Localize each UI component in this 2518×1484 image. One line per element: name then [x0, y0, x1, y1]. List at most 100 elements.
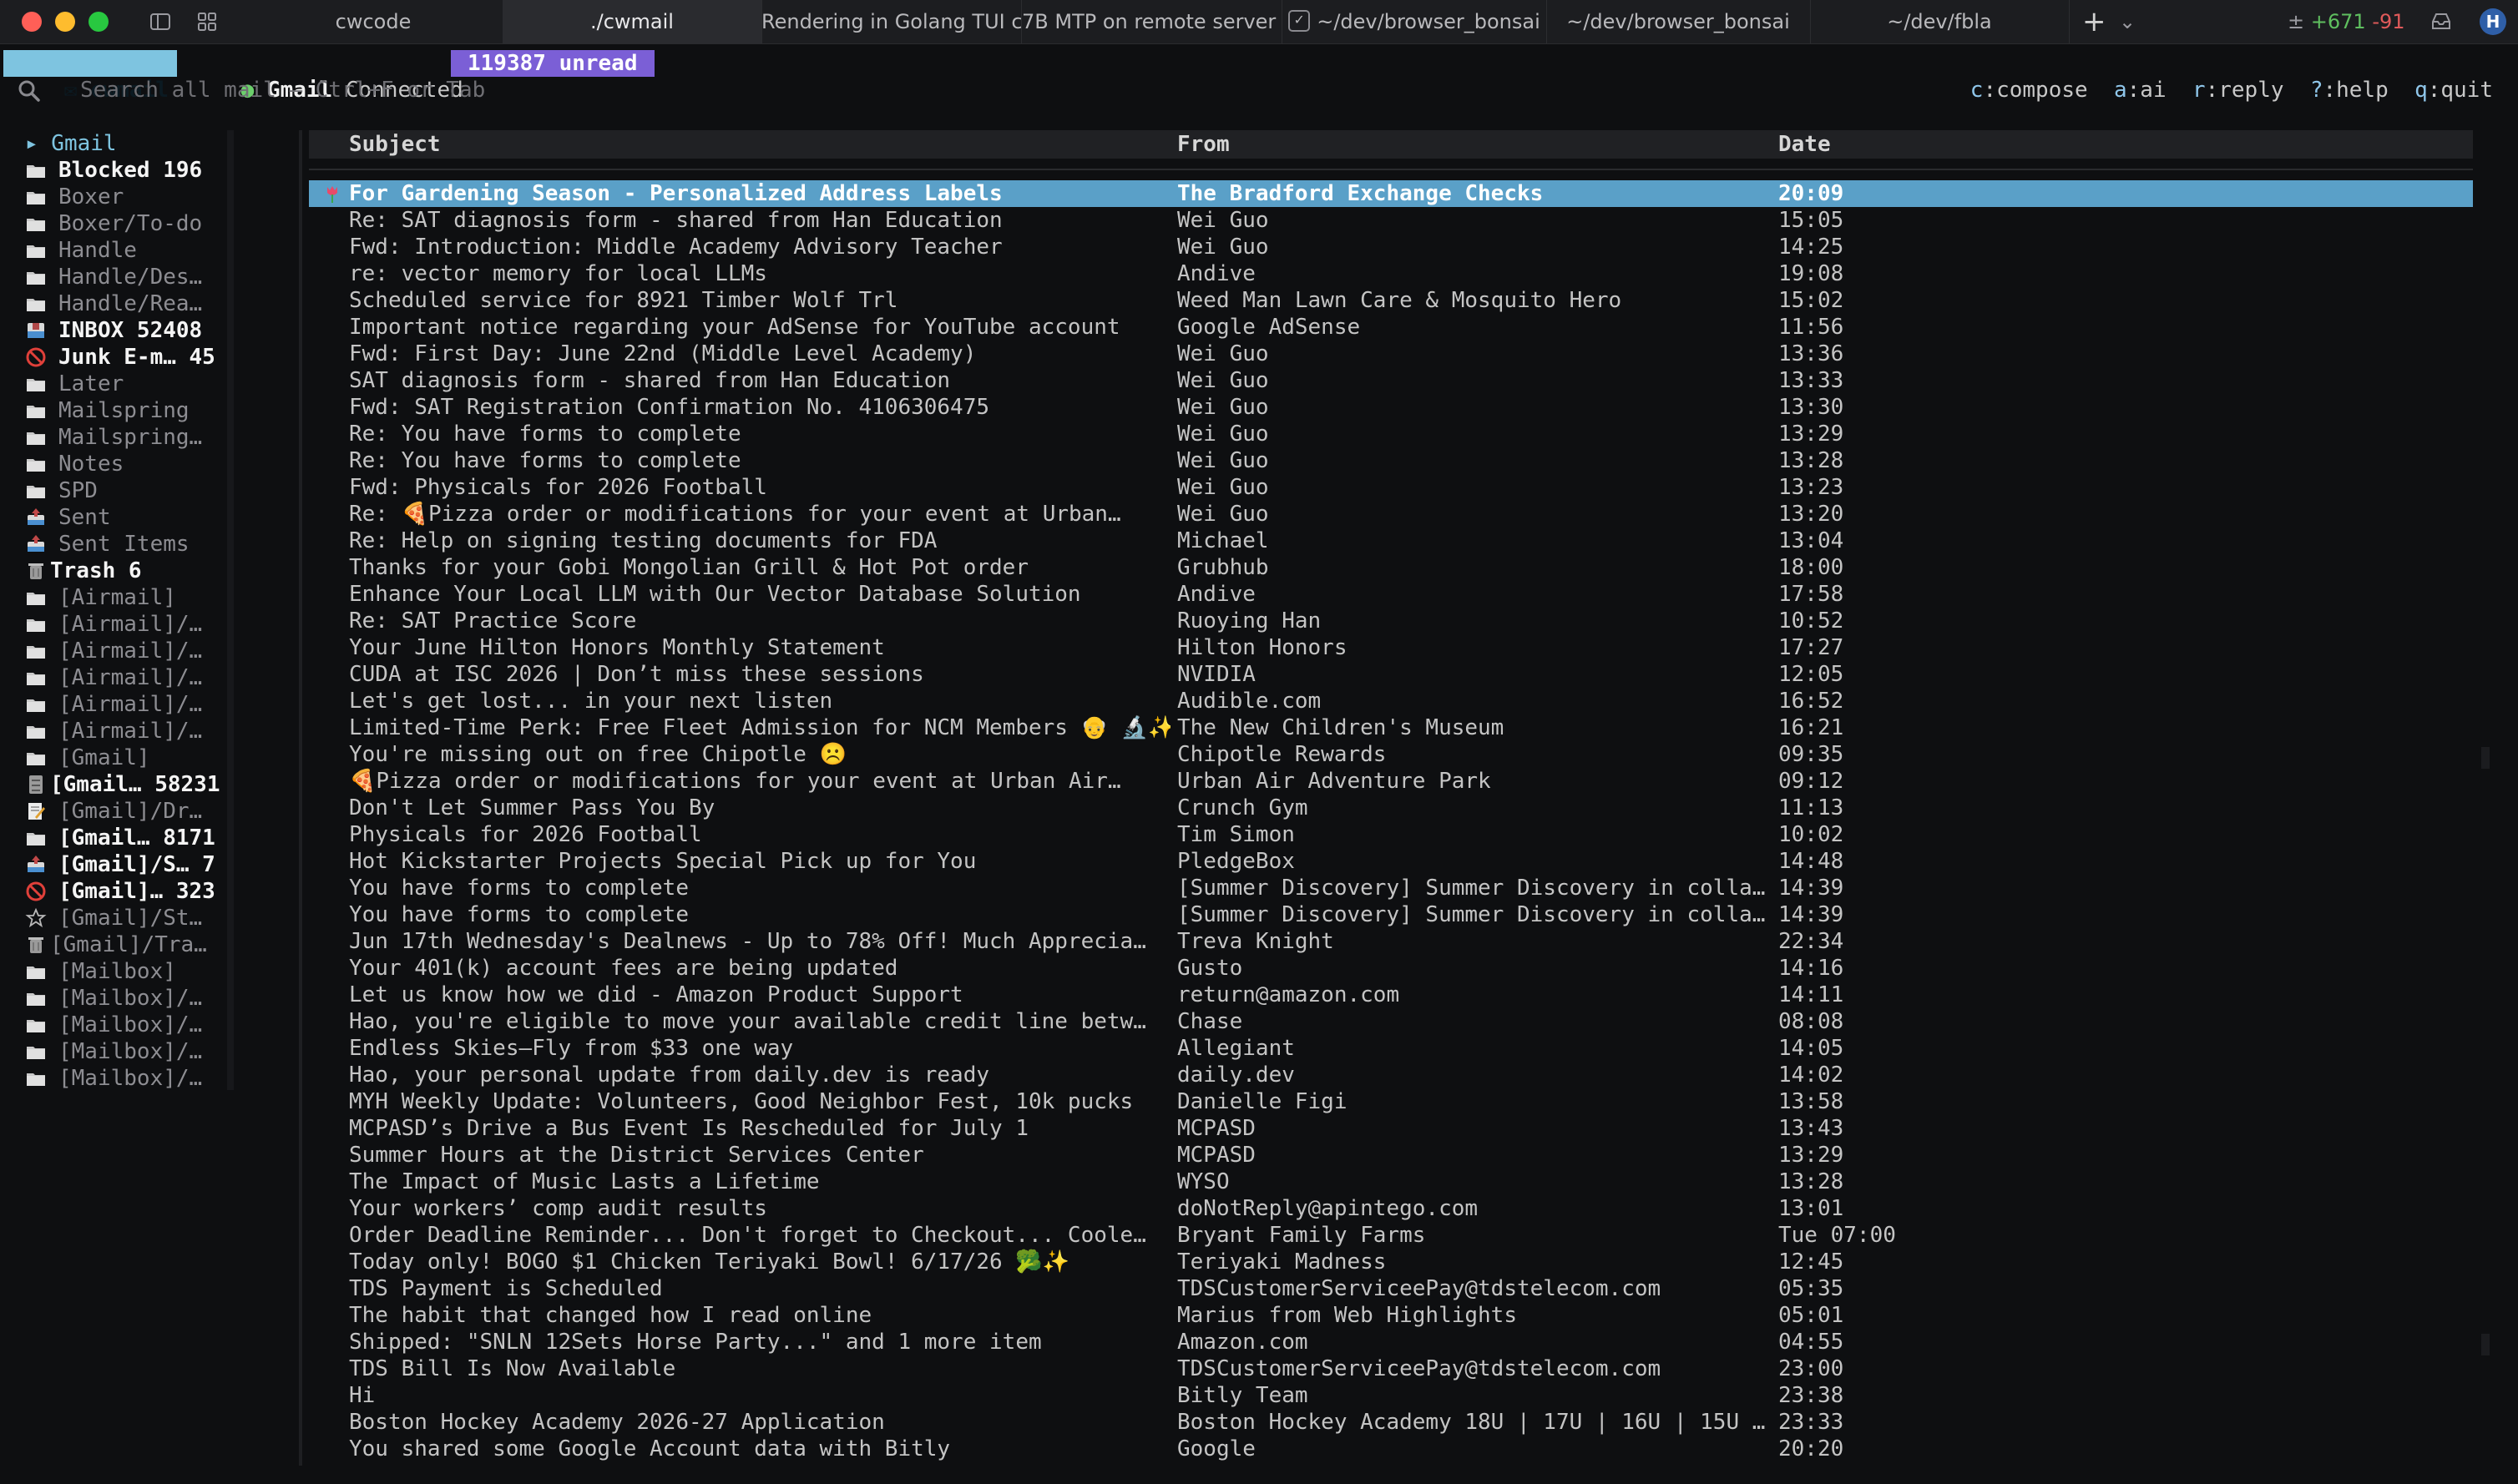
table-row[interactable]: Hi Bitly Team 23:38	[309, 1382, 2473, 1409]
sidebar-folder[interactable]: Later	[25, 371, 229, 397]
table-row[interactable]: You have forms to complete [Summer Discov…	[309, 901, 2473, 928]
table-row[interactable]: Thanks for your Gobi Mongolian Grill & H…	[309, 554, 2473, 581]
tab-overview-icon[interactable]	[195, 10, 219, 33]
sidebar-folder[interactable]: [Gmail]	[25, 745, 229, 771]
column-header-from[interactable]: From	[1177, 130, 1230, 159]
sidebar-folder[interactable]: [Gmail… 8171	[25, 825, 229, 851]
table-row[interactable]: Your 401(k) account fees are being updat…	[309, 955, 2473, 982]
table-row[interactable]: Hao, your personal update from daily.dev…	[309, 1062, 2473, 1088]
sidebar-folder[interactable]: [Gmail]… 323	[25, 878, 229, 905]
table-row[interactable]: Let us know how we did - Amazon Product …	[309, 982, 2473, 1008]
sidebar-scrollbar[interactable]	[227, 130, 234, 1090]
sidebar-folder[interactable]: [Gmail]/St…	[25, 905, 229, 931]
sidebar-folder[interactable]: [Mailbox]/…	[25, 1012, 229, 1038]
sidebar-folder[interactable]: [Mailbox]	[25, 958, 229, 985]
table-row[interactable]: Re: You have forms to complete Wei Guo 13:…	[309, 447, 2473, 474]
table-row[interactable]: Boston Hockey Academy 2026-27 Applicatio…	[309, 1409, 2473, 1436]
sidebar-folder[interactable]: [Gmail]/Dr…	[25, 798, 229, 825]
column-header-date[interactable]: Date	[1778, 130, 1831, 159]
table-row[interactable]: MCPASD’s Drive a Bus Event Is Reschedule…	[309, 1115, 2473, 1142]
sidebar-folder[interactable]: [Mailbox]/…	[25, 985, 229, 1012]
table-row[interactable]: Today only! BOGO $1 Chicken Teriyaki Bow…	[309, 1249, 2473, 1275]
table-row[interactable]: Jun 17th Wednesday's Dealnews - Up to 78…	[309, 928, 2473, 955]
table-row[interactable]: Enhance Your Local LLM with Our Vector D…	[309, 581, 2473, 608]
table-row[interactable]: Fwd: First Day: June 22nd (Middle Level …	[309, 341, 2473, 367]
tab-cwcode[interactable]: cwcode	[244, 0, 503, 43]
table-row[interactable]: Summer Hours at the District Services Ce…	[309, 1142, 2473, 1169]
table-row[interactable]: Fwd: Introduction: Middle Academy Adviso…	[309, 234, 2473, 260]
table-row[interactable]: Endless Skies—Fly from $33 one way Allegi…	[309, 1035, 2473, 1062]
sidebar-folder[interactable]: [Gmail… 58231	[25, 771, 229, 798]
table-row[interactable]: TDS Payment is Scheduled TDSCustomerServi…	[309, 1275, 2473, 1302]
table-row[interactable]: Hao, you're eligible to move your availa…	[309, 1008, 2473, 1035]
table-row[interactable]: You're missing out on free Chipotle ☹️ Ch…	[309, 741, 2473, 768]
table-row[interactable]: Re: 🍕Pizza order or modifications for yo…	[309, 501, 2473, 527]
sidebar-folder[interactable]: Trash 6	[25, 558, 229, 584]
table-row[interactable]: CUDA at ISC 2026 | Don’t miss these sess…	[309, 661, 2473, 688]
table-row[interactable]: TDS Bill Is Now Available TDSCustomerServ…	[309, 1355, 2473, 1382]
table-row[interactable]: Physicals for 2026 Football Tim Simon 10:0…	[309, 821, 2473, 848]
table-row[interactable]: MYH Weekly Update: Volunteers, Good Neig…	[309, 1088, 2473, 1115]
list-scrollbar-thumb[interactable]	[2481, 747, 2490, 769]
table-row[interactable]: Don't Let Summer Pass You By Crunch Gym 11…	[309, 795, 2473, 821]
table-row[interactable]: You have forms to complete [Summer Discov…	[309, 875, 2473, 901]
sidebar-folder[interactable]: [Mailbox]/…	[25, 1065, 229, 1092]
tab-browser-bonsai-1[interactable]: ✓ ~/dev/browser_bonsai	[1282, 0, 1547, 43]
table-row[interactable]: Let's get lost... in your next listen Aud…	[309, 688, 2473, 714]
table-row[interactable]: Fwd: SAT Registration Confirmation No. 4…	[309, 394, 2473, 421]
table-row[interactable]: Scheduled service for 8921 Timber Wolf T…	[309, 287, 2473, 314]
tab-mtp-remote[interactable]: 7B MTP on remote server	[1022, 0, 1282, 43]
sidebar-folder[interactable]: Junk E-m… 45	[25, 344, 229, 371]
new-tab-button[interactable]: +	[2082, 0, 2106, 43]
sidebar-toggle-icon[interactable]	[149, 10, 172, 33]
table-row[interactable]: Fwd: Physicals for 2026 Football Wei Guo 1…	[309, 474, 2473, 501]
sidebar-folder[interactable]: [Airmail]/…	[25, 664, 229, 691]
sidebar-folder[interactable]: [Airmail]/…	[25, 718, 229, 745]
sidebar-folder[interactable]: Sent	[25, 504, 229, 531]
inbox-tray-icon[interactable]	[2430, 10, 2453, 33]
sidebar-folder[interactable]: Blocked 196	[25, 157, 229, 184]
sidebar-folder[interactable]: Notes	[25, 451, 229, 477]
sidebar-folder[interactable]: Boxer	[25, 184, 229, 210]
tab-cwmail[interactable]: ./cwmail	[503, 0, 762, 43]
table-row[interactable]: Re: SAT Practice Score Ruoying Han 10:52	[309, 608, 2473, 634]
sidebar-folder[interactable]: Sent Items	[25, 531, 229, 558]
table-row[interactable]: Shipped: "SNLN 12Sets Horse Party..." an…	[309, 1329, 2473, 1355]
column-header-subject[interactable]: Subject	[349, 130, 441, 159]
account-header[interactable]: ▸ Gmail	[25, 130, 229, 157]
table-row[interactable]: Your workers’ comp audit results doNotRep…	[309, 1195, 2473, 1222]
table-row[interactable]: The Impact of Music Lasts a Lifetime WYSO…	[309, 1169, 2473, 1195]
table-row[interactable]: Re: SAT diagnosis form - shared from Han…	[309, 207, 2473, 234]
sidebar-folder[interactable]: Handle	[25, 237, 229, 264]
table-row[interactable]: Important notice regarding your AdSense …	[309, 314, 2473, 341]
table-row[interactable]: re: vector memory for local LLMs Andive 19…	[309, 260, 2473, 287]
sidebar-folder[interactable]: Handle/Rea…	[25, 290, 229, 317]
table-row[interactable]: You shared some Google Account data with…	[309, 1436, 2473, 1462]
tab-fbla[interactable]: ~/dev/fbla	[1810, 0, 2070, 43]
table-row[interactable]: Order Deadline Reminder... Don't forget …	[309, 1222, 2473, 1249]
table-row[interactable]: SAT diagnosis form - shared from Han Edu…	[309, 367, 2473, 394]
sidebar-folder[interactable]: Mailspring…	[25, 424, 229, 451]
sidebar-folder[interactable]: [Gmail]/S… 7	[25, 851, 229, 878]
sidebar-folder[interactable]: INBOX 52408	[25, 317, 229, 344]
table-row[interactable]: Re: Help on signing testing documents fo…	[309, 527, 2473, 554]
table-row[interactable]: 🍕Pizza order or modifications for your e…	[309, 768, 2473, 795]
table-row-selected[interactable]: For Gardening Season - Personalized Addr…	[309, 180, 2473, 207]
avatar[interactable]: H	[2480, 8, 2506, 35]
search-input[interactable]	[80, 77, 1082, 103]
pane-divider[interactable]	[299, 130, 302, 1466]
sidebar-folder[interactable]: [Airmail]	[25, 584, 229, 611]
tab-browser-bonsai-2[interactable]: ~/dev/browser_bonsai	[1546, 0, 1811, 43]
sidebar-folder[interactable]: [Mailbox]/…	[25, 1038, 229, 1065]
sidebar-folder[interactable]: [Airmail]/…	[25, 611, 229, 638]
sidebar-folder[interactable]: Handle/Des…	[25, 264, 229, 290]
table-row[interactable]: Limited-Time Perk: Free Fleet Admission …	[309, 714, 2473, 741]
table-row[interactable]: Your June Hilton Honors Monthly Statemen…	[309, 634, 2473, 661]
sidebar-folder[interactable]: [Gmail]/Tra…	[25, 931, 229, 958]
table-row[interactable]: The habit that changed how I read online…	[309, 1302, 2473, 1329]
chevron-down-icon[interactable]: ⌄	[2119, 0, 2136, 43]
table-row[interactable]: Re: You have forms to complete Wei Guo 13:…	[309, 421, 2473, 447]
zoom-window-button[interactable]	[88, 12, 109, 32]
tab-golang-tui[interactable]: Rendering in Golang TUI client	[761, 0, 1022, 43]
sidebar-folder[interactable]: Mailspring	[25, 397, 229, 424]
